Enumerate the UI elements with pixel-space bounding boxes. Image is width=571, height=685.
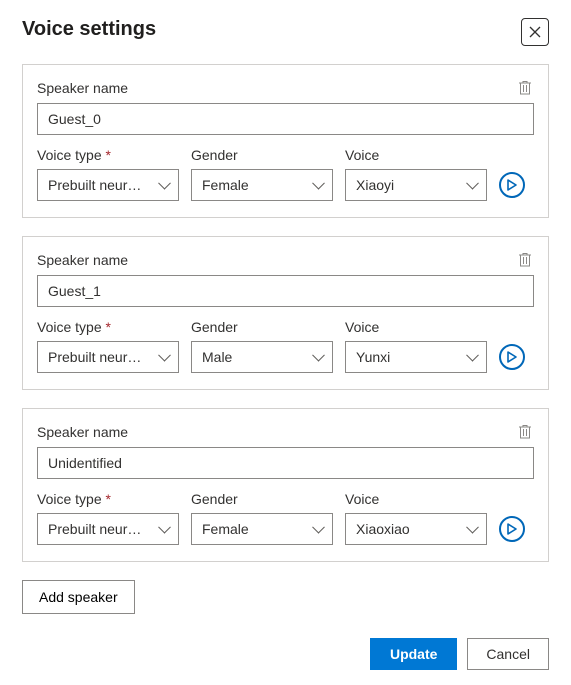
speaker-name-label: Speaker name [37, 424, 128, 440]
delete-speaker-button[interactable] [516, 79, 534, 97]
gender-select[interactable]: Male [191, 341, 333, 373]
speaker-name-label: Speaker name [37, 80, 128, 96]
voice-label: Voice [345, 491, 487, 507]
cancel-button[interactable]: Cancel [467, 638, 549, 670]
update-button[interactable]: Update [370, 638, 457, 670]
speaker-name-input[interactable] [37, 103, 534, 135]
delete-speaker-button[interactable] [516, 251, 534, 269]
voice-type-select[interactable]: Prebuilt neural ... [37, 169, 179, 201]
gender-label: Gender [191, 491, 333, 507]
voice-type-select[interactable]: Prebuilt neural ... [37, 341, 179, 373]
gender-label: Gender [191, 319, 333, 335]
voice-select[interactable]: Xiaoxiao [345, 513, 487, 545]
gender-select[interactable]: Female [191, 513, 333, 545]
speaker-card: Speaker name Voice type * Prebuilt neura… [22, 64, 549, 218]
close-icon [529, 26, 541, 38]
trash-icon [518, 424, 532, 440]
gender-select[interactable]: Female [191, 169, 333, 201]
page-title: Voice settings [22, 18, 156, 41]
speaker-name-input[interactable] [37, 447, 534, 479]
play-icon [507, 523, 517, 535]
speaker-card: Speaker name Voice type * Prebuilt neura… [22, 408, 549, 562]
play-icon [507, 179, 517, 191]
voice-type-label: Voice type * [37, 147, 179, 163]
speaker-name-label: Speaker name [37, 252, 128, 268]
add-speaker-button[interactable]: Add speaker [22, 580, 135, 614]
trash-icon [518, 80, 532, 96]
play-voice-button[interactable] [499, 516, 525, 542]
delete-speaker-button[interactable] [516, 423, 534, 441]
play-icon [507, 351, 517, 363]
gender-label: Gender [191, 147, 333, 163]
voice-type-label: Voice type * [37, 319, 179, 335]
voice-label: Voice [345, 319, 487, 335]
voice-label: Voice [345, 147, 487, 163]
play-voice-button[interactable] [499, 344, 525, 370]
voice-type-select[interactable]: Prebuilt neural ... [37, 513, 179, 545]
voice-select[interactable]: Xiaoyi [345, 169, 487, 201]
trash-icon [518, 252, 532, 268]
voice-type-label: Voice type * [37, 491, 179, 507]
speaker-card: Speaker name Voice type * Prebuilt neura… [22, 236, 549, 390]
voice-select[interactable]: Yunxi [345, 341, 487, 373]
close-button[interactable] [521, 18, 549, 46]
speaker-name-input[interactable] [37, 275, 534, 307]
play-voice-button[interactable] [499, 172, 525, 198]
